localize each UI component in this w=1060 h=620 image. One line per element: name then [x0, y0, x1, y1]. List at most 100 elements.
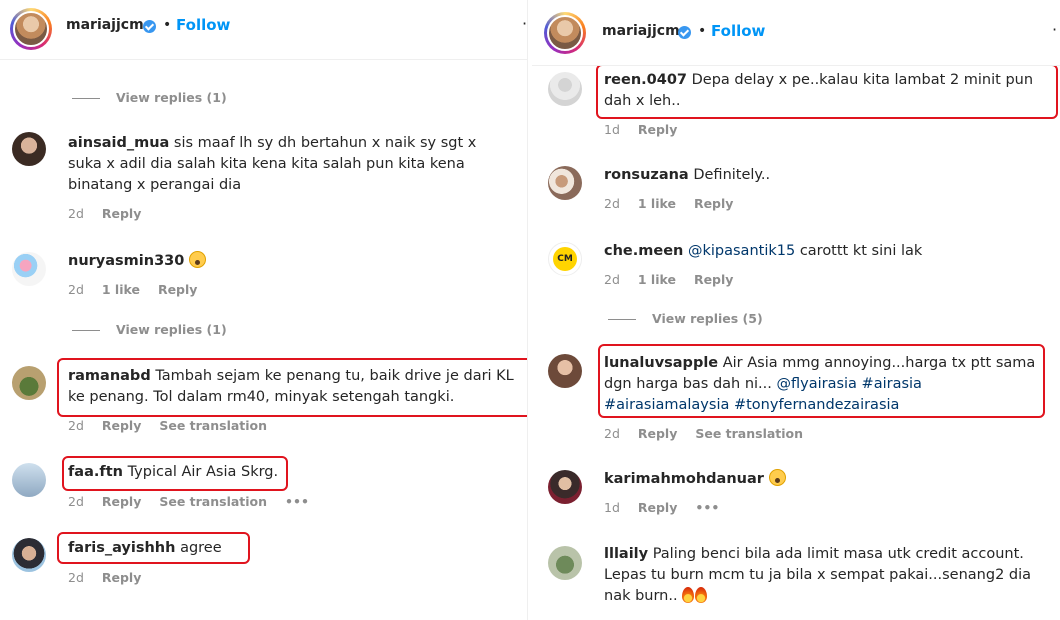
- commenter-avatar[interactable]: [548, 354, 582, 388]
- comment-time: 2d: [604, 272, 620, 287]
- commenter-avatar[interactable]: [12, 252, 46, 286]
- commenter-avatar[interactable]: [548, 470, 582, 504]
- view-replies-button[interactable]: View replies (1): [72, 322, 227, 337]
- comment-username[interactable]: reen.0407: [604, 72, 687, 88]
- comment-body: Paling benci bila ada limit masa utk cre…: [604, 546, 1032, 604]
- commenter-avatar[interactable]: [12, 463, 46, 497]
- more-options-icon[interactable]: ·: [522, 14, 527, 33]
- comment-username[interactable]: ainsaid_mua: [68, 135, 169, 151]
- comment-username[interactable]: karimahmohdanuar: [604, 471, 764, 487]
- separator-dot: •: [163, 17, 172, 33]
- comment-time: 2d: [68, 570, 84, 585]
- comment-time: 2d: [68, 282, 84, 297]
- comment-username[interactable]: faa.ftn: [68, 464, 123, 480]
- astonished-emoji-icon: [768, 469, 786, 486]
- profile-avatar[interactable]: [544, 12, 586, 54]
- reply-button[interactable]: Reply: [102, 206, 141, 221]
- comment-options-icon[interactable]: •••: [285, 494, 309, 509]
- reply-button[interactable]: Reply: [102, 570, 141, 585]
- more-options-icon[interactable]: ·: [1052, 20, 1057, 39]
- follow-button[interactable]: Follow: [176, 16, 230, 34]
- verified-badge-icon: [678, 26, 691, 39]
- comment-meta: 2d Reply See translation •••: [68, 494, 323, 509]
- left-panel: mariajjcm • Follow · View replies (1) ai…: [0, 0, 528, 620]
- comment-meta: 2d 1 like Reply: [604, 196, 747, 211]
- commenter-avatar[interactable]: [12, 366, 46, 400]
- view-replies-label: View replies (1): [116, 90, 227, 105]
- reply-button[interactable]: Reply: [638, 122, 677, 137]
- view-replies-button[interactable]: View replies (5): [608, 311, 763, 326]
- comment-meta: 2d Reply See translation: [68, 418, 281, 433]
- header-username[interactable]: mariajjcm: [66, 17, 144, 33]
- likes-count[interactable]: 1 like: [102, 282, 140, 297]
- commenter-avatar[interactable]: CM: [548, 242, 582, 276]
- fire-emoji-icon: [682, 587, 695, 603]
- likes-count[interactable]: 1 like: [638, 196, 676, 211]
- comment-meta: 2d Reply See translation: [604, 426, 817, 441]
- comment-time: 2d: [604, 426, 620, 441]
- comment-time: 2d: [68, 206, 84, 221]
- comment-text: nuryasmin330: [68, 251, 508, 272]
- comment-username[interactable]: ramanabd: [68, 368, 151, 384]
- comment-text: che.meen @kipasantik15 carottt kt sini l…: [604, 241, 1044, 262]
- reply-button[interactable]: Reply: [102, 418, 141, 433]
- reply-button[interactable]: Reply: [102, 494, 141, 509]
- commenter-avatar[interactable]: [548, 546, 582, 580]
- verified-badge-icon: [143, 20, 156, 33]
- separator-dot: •: [698, 23, 707, 39]
- comment-text: ronsuzana Definitely..: [604, 165, 1044, 186]
- reply-button[interactable]: Reply: [694, 196, 733, 211]
- comment-meta: 2d 1 like Reply: [604, 272, 747, 287]
- right-panel: mariajjcm • Follow · reen.0407 Depa dela…: [532, 0, 1060, 620]
- comment-text: lllaily Paling benci bila ada limit masa…: [604, 544, 1044, 607]
- comment-time: 2d: [68, 494, 84, 509]
- comment-body: agree: [180, 540, 222, 556]
- comment-options-icon[interactable]: •••: [695, 500, 719, 515]
- comment-username[interactable]: lllaily: [604, 546, 648, 562]
- commenter-avatar[interactable]: [12, 538, 46, 572]
- comment-meta: 2d Reply: [68, 570, 155, 585]
- see-translation-button[interactable]: See translation: [695, 426, 803, 441]
- commenter-avatar[interactable]: [548, 72, 582, 106]
- comment-username[interactable]: lunaluvsapple: [604, 355, 718, 371]
- see-translation-button[interactable]: See translation: [159, 494, 267, 509]
- mention-link[interactable]: @kipasantik15: [688, 243, 795, 259]
- profile-avatar[interactable]: [10, 8, 52, 50]
- header-username[interactable]: mariajjcm: [602, 23, 680, 39]
- see-translation-button[interactable]: See translation: [159, 418, 267, 433]
- comment-time: 2d: [68, 418, 84, 433]
- likes-count[interactable]: 1 like: [638, 272, 676, 287]
- comment-username[interactable]: nuryasmin330: [68, 253, 184, 269]
- comment-text: lunaluvsapple Air Asia mmg annoying...ha…: [604, 353, 1044, 416]
- commenter-avatar[interactable]: [12, 132, 46, 166]
- comment-text: ainsaid_mua sis maaf lh sy dh bertahun x…: [68, 133, 508, 196]
- comment-meta: 2d Reply: [68, 206, 155, 221]
- reply-button[interactable]: Reply: [638, 500, 677, 515]
- comment-text: reen.0407 Depa delay x pe..kalau kita la…: [604, 70, 1052, 112]
- comment-username[interactable]: faris_ayishhh: [68, 540, 175, 556]
- comment-time: 2d: [604, 196, 620, 211]
- reply-button[interactable]: Reply: [158, 282, 197, 297]
- comment-body: Definitely..: [693, 167, 771, 183]
- comment-body: Typical Air Asia Skrg.: [127, 464, 279, 480]
- astonished-emoji-icon: [188, 251, 206, 268]
- post-header: mariajjcm • Follow ·: [0, 0, 527, 60]
- comment-text: karimahmohdanuar: [604, 469, 1044, 490]
- avatar-label: CM: [553, 247, 577, 271]
- commenter-avatar[interactable]: [548, 166, 582, 200]
- comment-body: carottt kt sini lak: [799, 243, 923, 259]
- comment-text: ramanabd Tambah sejam ke penang tu, baik…: [68, 366, 523, 408]
- hashtags[interactable]: #tonyfernandezairasia: [734, 397, 899, 413]
- view-replies-button[interactable]: View replies (1): [72, 90, 227, 105]
- view-replies-label: View replies (5): [652, 311, 763, 326]
- reply-button[interactable]: Reply: [694, 272, 733, 287]
- follow-button[interactable]: Follow: [711, 22, 765, 40]
- comment-text: faris_ayishhh agree: [68, 538, 248, 559]
- fire-emoji-icon: [695, 587, 708, 603]
- comment-meta: 2d 1 like Reply: [68, 282, 211, 297]
- reply-button[interactable]: Reply: [638, 426, 677, 441]
- post-header: mariajjcm • Follow ·: [532, 0, 1060, 66]
- comment-username[interactable]: ronsuzana: [604, 167, 689, 183]
- comment-time: 1d: [604, 122, 620, 137]
- comment-username[interactable]: che.meen: [604, 243, 683, 259]
